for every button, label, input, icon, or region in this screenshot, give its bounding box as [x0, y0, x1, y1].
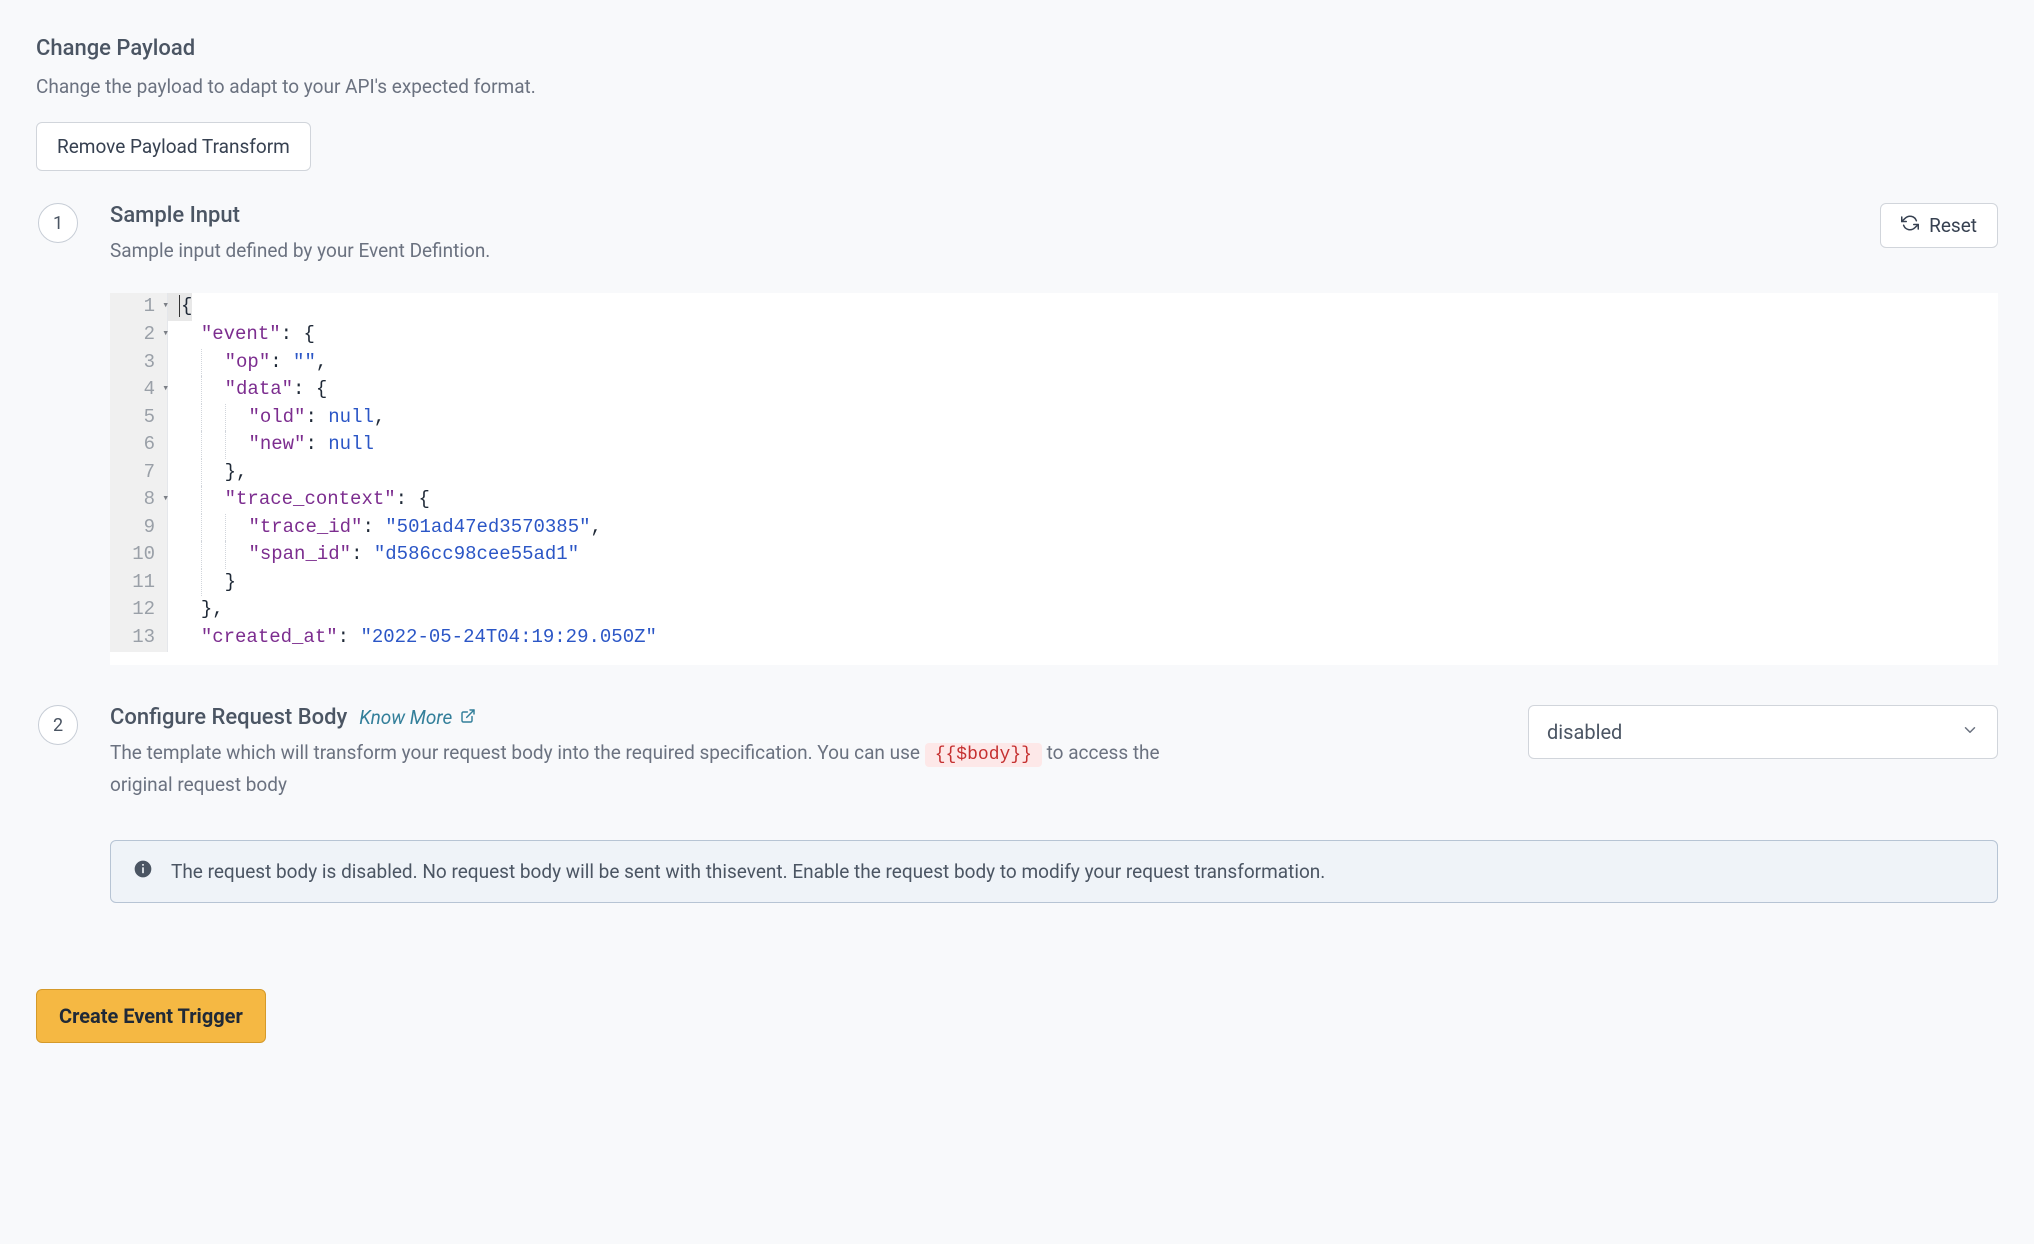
- request-body-select-value: disabled: [1547, 720, 1622, 744]
- step-2-title-row: Configure Request Body Know More: [110, 705, 1170, 730]
- step-2-title: Configure Request Body: [110, 705, 347, 730]
- step-2-desc: The template which will transform your r…: [110, 738, 1170, 799]
- step-1-desc: Sample input defined by your Event Defin…: [110, 236, 490, 265]
- external-link-icon: [460, 706, 476, 729]
- step-1: 1 Sample Input Sample input defined by y…: [36, 203, 1998, 705]
- sample-input-editor[interactable]: 1▾{2▾ "event": {3 "op": "",4▾ "data": {5…: [110, 293, 1998, 665]
- know-more-label: Know More: [359, 706, 452, 729]
- reset-label: Reset: [1929, 214, 1977, 237]
- banner-text: The request body is disabled. No request…: [171, 860, 1325, 883]
- step-2-badge: 2: [38, 705, 78, 745]
- create-event-trigger-button[interactable]: Create Event Trigger: [36, 989, 266, 1043]
- know-more-link[interactable]: Know More: [359, 706, 476, 729]
- body-placeholder-code: {{$body}}: [925, 743, 1042, 767]
- page-title: Change Payload: [36, 36, 1998, 61]
- request-body-select[interactable]: disabled: [1528, 705, 1998, 759]
- step-1-badge: 1: [38, 203, 78, 243]
- reset-button[interactable]: Reset: [1880, 203, 1998, 248]
- reset-icon: [1901, 214, 1919, 237]
- step-2: 2 Configure Request Body Know More: [36, 705, 1998, 942]
- remove-payload-transform-button[interactable]: Remove Payload Transform: [36, 122, 311, 171]
- page-subtitle: Change the payload to adapt to your API'…: [36, 75, 1998, 98]
- info-icon: [133, 859, 153, 884]
- step-1-title: Sample Input: [110, 203, 490, 228]
- request-body-disabled-banner: The request body is disabled. No request…: [110, 840, 1998, 903]
- chevron-down-icon: [1961, 720, 1979, 744]
